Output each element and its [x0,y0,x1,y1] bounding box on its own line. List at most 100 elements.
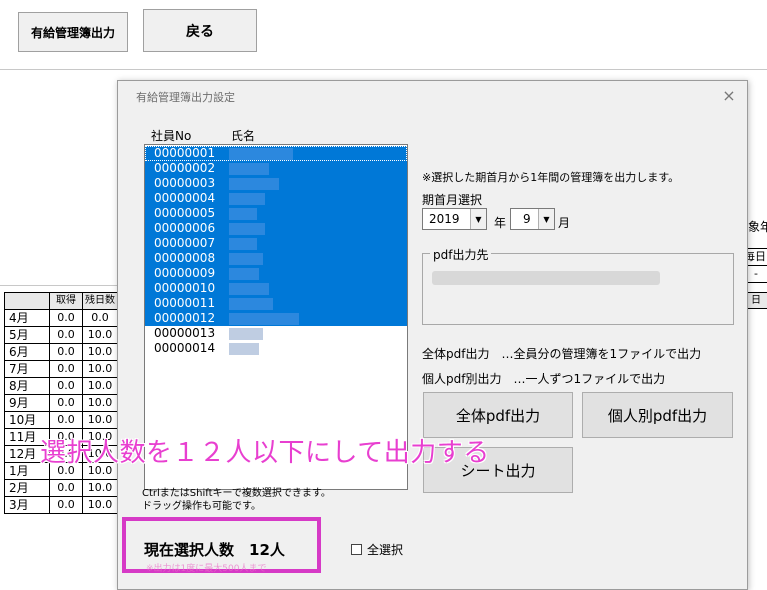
employee-name-redacted [229,268,259,280]
checkbox-icon [351,544,362,555]
table-header-taken: 取得 [49,292,83,310]
table-row-taken: 0.0 [49,411,83,429]
table-row-remaining: 10.0 [82,343,118,361]
select-all-checkbox[interactable]: 全選択 [351,541,403,558]
table-row-taken: 0.0 [49,479,83,497]
table-row-remaining: 10.0 [82,377,118,395]
pdf-destination-frame [422,253,734,325]
close-icon[interactable]: × [719,85,739,105]
employee-name-redacted [229,208,257,220]
table-header-remaining: 残日数 [82,292,118,310]
pdf-destination-label: pdf出力先 [430,246,492,263]
period-label: 期首月選択 [422,193,483,207]
employee-list-item[interactable]: 00000003 [145,176,407,191]
employee-number: 00000010 [154,281,216,295]
employee-name-redacted [229,193,265,205]
employee-list-item[interactable]: 00000008 [145,251,407,266]
employee-number: 00000003 [154,176,216,190]
employee-list-item[interactable]: 00000012 [145,311,407,326]
back-button[interactable]: 戻る [143,9,257,52]
employee-name-redacted [229,148,293,160]
table-row-taken: 0.0 [49,326,83,344]
employee-list-item[interactable]: 00000007 [145,236,407,251]
table-row-taken: 0.0 [49,377,83,395]
table-row-month: 2月 [4,479,50,497]
employee-number: 00000011 [154,296,216,310]
employee-list-item[interactable]: 00000014 [145,341,407,356]
employee-name-redacted [229,298,273,310]
employee-name-redacted [229,163,269,175]
employee-name-redacted [229,313,299,325]
table-row-taken: 0.0 [49,394,83,412]
sheet-gridline [0,285,118,286]
selected-count-highlight: 現在選択人数 12人 ※出力は1度に最大500人まで [122,517,321,574]
sheet-divider [0,69,767,70]
employee-number: 00000009 [154,266,216,280]
hint-line-1: CtrlまたはShiftキーで複数選択できます。 [142,488,331,499]
employee-list-item[interactable]: 00000005 [145,206,407,221]
employee-name-redacted [229,343,259,355]
month-select[interactable]: 9 ▼ [510,208,555,230]
employee-name-redacted [229,253,263,265]
table-row-remaining: 10.0 [82,360,118,378]
employee-number: 00000012 [154,311,216,325]
all-pdf-description: 全体pdf出力 …全員分の管理簿を1ファイルで出力 [422,347,702,361]
employee-number: 00000004 [154,191,216,205]
employee-list-item[interactable]: 00000006 [145,221,407,236]
output-ledger-button[interactable]: 有給管理簿出力 [18,12,128,52]
table-row-month: 6月 [4,343,50,361]
table-row-taken: 0.0 [49,360,83,378]
table-row-month: 9月 [4,394,50,412]
employee-number: 00000013 [154,326,216,340]
each-pdf-output-button[interactable]: 個人別pdf出力 [582,392,733,438]
year-value: 2019 [429,212,460,226]
table-row-remaining: 0.0 [82,309,118,327]
employee-list-item[interactable]: 00000009 [145,266,407,281]
table-row-month: 10月 [4,411,50,429]
employee-list-item[interactable]: 00000004 [145,191,407,206]
chevron-down-icon: ▼ [538,209,554,229]
employee-number: 00000007 [154,236,216,250]
dialog-title: 有給管理簿出力設定 [136,91,235,104]
employee-list-item[interactable]: 00000013 [145,326,407,341]
table-row-remaining: 10.0 [82,326,118,344]
table-row-month: 8月 [4,377,50,395]
table-row-month: 7月 [4,360,50,378]
year-unit: 年 [494,216,507,230]
employee-number: 00000005 [154,206,216,220]
period-note: ※選択した期首月から1年間の管理簿を出力します。 [422,171,680,184]
table-row-month: 5月 [4,326,50,344]
table-row-remaining: 10.0 [82,479,118,497]
each-pdf-description: 個人pdf別出力 …一人ずつ1ファイルで出力 [422,372,666,386]
month-unit: 月 [558,216,571,230]
table-row-remaining: 10.0 [82,411,118,429]
employee-list-item[interactable]: 00000010 [145,281,407,296]
pdf-destination-path[interactable] [432,271,660,285]
column-header-empno: 社員No [151,129,192,143]
employee-list-item[interactable]: 00000011 [145,296,407,311]
employee-number: 00000001 [154,146,216,160]
selected-count-label: 現在選択人数 12人 [144,541,285,559]
table-row-month: 4月 [4,309,50,327]
employee-number: 00000006 [154,221,216,235]
year-select[interactable]: 2019 ▼ [422,208,487,230]
select-all-label: 全選択 [367,543,404,557]
employee-list-item[interactable]: 00000002 [145,161,407,176]
table-row-remaining: 10.0 [82,496,118,514]
multi-select-hint: CtrlまたはShiftキーで複数選択できます。 ドラッグ操作も可能です。 [142,487,331,513]
annotation-text: 選択人数を１２人以下にして出力する [40,438,490,468]
employee-number: 00000014 [154,341,216,355]
employee-number: 00000008 [154,251,216,265]
table-row-taken: 0.0 [49,343,83,361]
employee-name-redacted [229,238,257,250]
employee-name-redacted [229,328,263,340]
table-row-taken: 0.0 [49,496,83,514]
table-row-month: 3月 [4,496,50,514]
hint-line-2: ドラッグ操作も可能です。 [142,501,261,512]
selected-count-note: ※出力は1度に最大500人まで [146,564,267,574]
table-header-blank [4,292,50,310]
employee-list-item[interactable]: 00000001 [145,146,407,161]
employee-number: 00000002 [154,161,216,175]
month-value: 9 [523,212,531,226]
sheet-right-text: 象年 [748,220,767,234]
